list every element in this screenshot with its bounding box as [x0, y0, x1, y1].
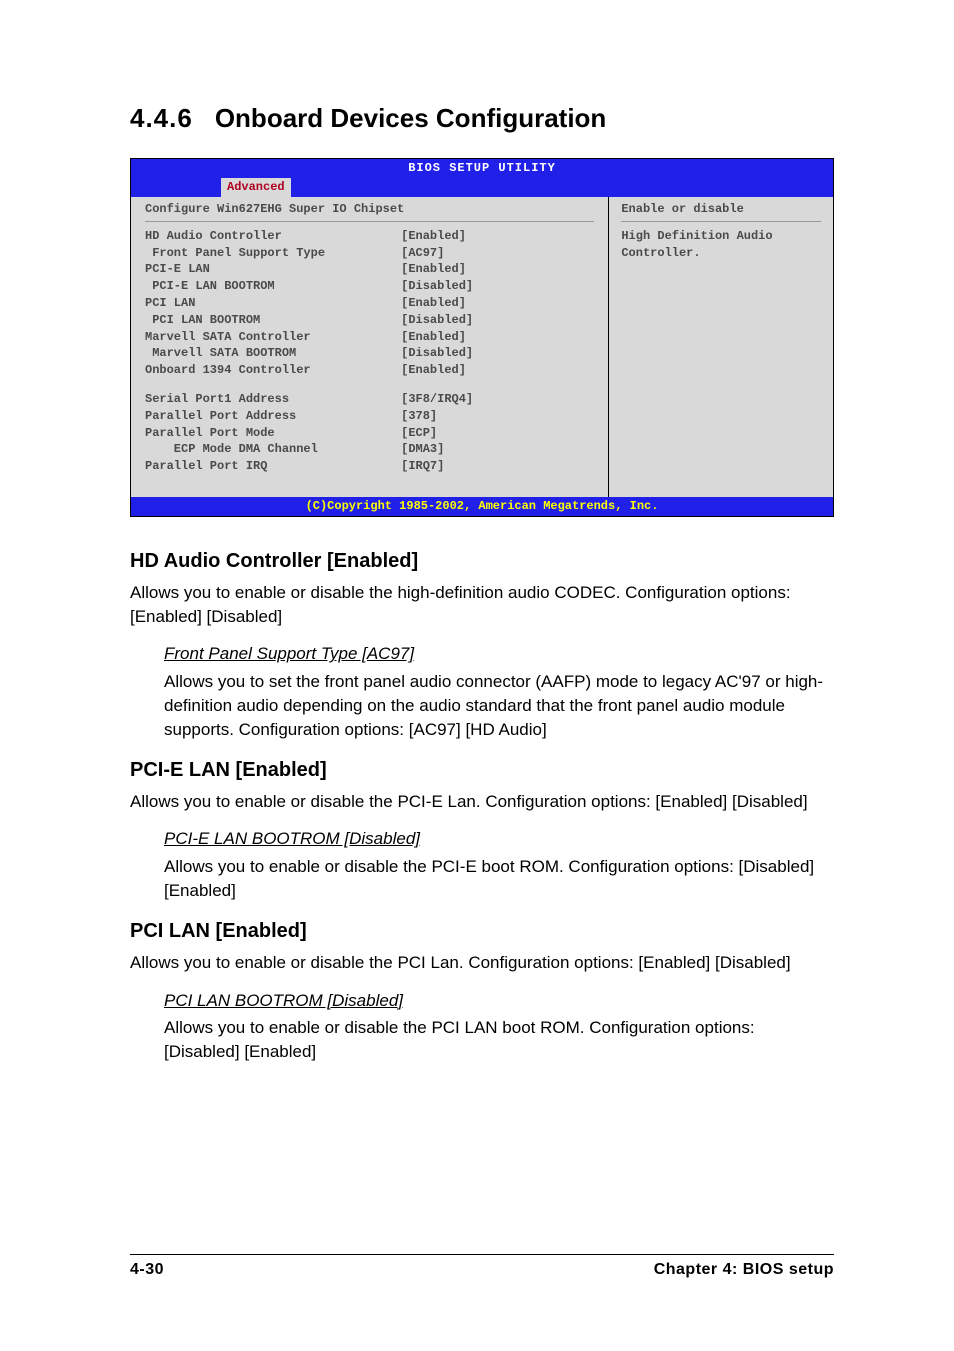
bios-setting-label: Serial Port1 Address: [145, 391, 401, 408]
bios-setting-value: [ECP]: [401, 425, 437, 442]
bios-setting-row: Parallel Port Address[378]: [145, 408, 594, 425]
sub-item-body: Allows you to enable or disable the PCI …: [164, 1016, 834, 1064]
bios-setting-row: ECP Mode DMA Channel[DMA3]: [145, 441, 594, 458]
sub-item-body: Allows you to set the front panel audio …: [164, 670, 834, 741]
bios-setting-label: Marvell SATA BOOTROM: [145, 345, 401, 362]
section-title: Onboard Devices Configuration: [215, 100, 607, 136]
bios-setting-row: Parallel Port IRQ[IRQ7]: [145, 458, 594, 475]
bios-setting-label: ECP Mode DMA Channel: [145, 441, 401, 458]
sub-item-title: PCI LAN BOOTROM [Disabled]: [164, 989, 834, 1013]
bios-setting-value: [Enabled]: [401, 228, 466, 245]
bios-setting-label: PCI LAN BOOTROM: [145, 312, 401, 329]
bios-setting-value: [Disabled]: [401, 312, 473, 329]
bios-setting-value: [378]: [401, 408, 437, 425]
page-footer: 4-30 Chapter 4: BIOS setup: [130, 1254, 834, 1281]
sub-item-body: Allows you to enable or disable the PCI-…: [164, 855, 834, 903]
bios-setting-row: PCI LAN[Enabled]: [145, 295, 594, 312]
bios-setting-value: [Disabled]: [401, 278, 473, 295]
bios-settings-group2: Serial Port1 Address[3F8/IRQ4]Parallel P…: [145, 391, 594, 475]
bios-settings-group1: HD Audio Controller[Enabled] Front Panel…: [145, 228, 594, 379]
subsection-heading: PCI-E LAN [Enabled]: [130, 756, 834, 784]
bios-setting-row: HD Audio Controller[Enabled]: [145, 228, 594, 245]
bios-setting-value: [Enabled]: [401, 261, 466, 278]
bios-left-header: Configure Win627EHG Super IO Chipset: [145, 201, 594, 218]
section-number: 4.4.6: [130, 100, 193, 136]
bios-setting-row: Marvell SATA Controller[Enabled]: [145, 329, 594, 346]
bios-setting-label: Marvell SATA Controller: [145, 329, 401, 346]
sub-item: Front Panel Support Type [AC97] Allows yo…: [164, 642, 834, 741]
bios-setting-label: Onboard 1394 Controller: [145, 362, 401, 379]
sub-item: PCI LAN BOOTROM [Disabled] Allows you to …: [164, 989, 834, 1064]
bios-setting-label: Parallel Port Mode: [145, 425, 401, 442]
bios-setting-label: Parallel Port IRQ: [145, 458, 401, 475]
sub-item-title: Front Panel Support Type [AC97]: [164, 642, 834, 666]
bios-setting-value: [IRQ7]: [401, 458, 444, 475]
bios-setting-label: PCI LAN: [145, 295, 401, 312]
bios-setting-row: Front Panel Support Type[AC97]: [145, 245, 594, 262]
bios-copyright: (C)Copyright 1985-2002, American Megatre…: [131, 497, 833, 516]
bios-setting-label: Parallel Port Address: [145, 408, 401, 425]
bios-setting-label: HD Audio Controller: [145, 228, 401, 245]
bios-setting-value: [DMA3]: [401, 441, 444, 458]
bios-setting-row: PCI-E LAN[Enabled]: [145, 261, 594, 278]
subsection-heading: PCI LAN [Enabled]: [130, 917, 834, 945]
bios-setting-row: PCI LAN BOOTROM[Disabled]: [145, 312, 594, 329]
bios-setting-value: [AC97]: [401, 245, 444, 262]
bios-setting-value: [Enabled]: [401, 362, 466, 379]
page-number: 4-30: [130, 1259, 164, 1281]
bios-tab-advanced: Advanced: [221, 178, 291, 197]
subsection-body: Allows you to enable or disable the high…: [130, 581, 834, 629]
bios-setting-row: Serial Port1 Address[3F8/IRQ4]: [145, 391, 594, 408]
bios-setting-value: [Enabled]: [401, 329, 466, 346]
bios-help-text: High Definition Audio Controller.: [621, 228, 821, 262]
bios-title: BIOS SETUP UTILITY: [131, 159, 833, 178]
bios-setting-label: PCI-E LAN BOOTROM: [145, 278, 401, 295]
sub-item-title: PCI-E LAN BOOTROM [Disabled]: [164, 827, 834, 851]
bios-tab-row: Advanced: [131, 178, 833, 197]
bios-setting-row: PCI-E LAN BOOTROM[Disabled]: [145, 278, 594, 295]
subsection-heading: HD Audio Controller [Enabled]: [130, 547, 834, 575]
bios-setting-row: Parallel Port Mode[ECP]: [145, 425, 594, 442]
bios-setting-label: PCI-E LAN: [145, 261, 401, 278]
bios-screenshot: BIOS SETUP UTILITY Advanced Configure Wi…: [130, 158, 834, 516]
bios-setting-row: Onboard 1394 Controller[Enabled]: [145, 362, 594, 379]
subsection-body: Allows you to enable or disable the PCI-…: [130, 790, 834, 814]
bios-right-header: Enable or disable: [621, 201, 743, 218]
subsection-body: Allows you to enable or disable the PCI …: [130, 951, 834, 975]
section-heading: 4.4.6 Onboard Devices Configuration: [130, 100, 834, 136]
bios-setting-value: [3F8/IRQ4]: [401, 391, 473, 408]
bios-setting-value: [Disabled]: [401, 345, 473, 362]
bios-setting-value: [Enabled]: [401, 295, 466, 312]
bios-setting-row: Marvell SATA BOOTROM[Disabled]: [145, 345, 594, 362]
bios-setting-label: Front Panel Support Type: [145, 245, 401, 262]
chapter-name: Chapter 4: BIOS setup: [654, 1259, 834, 1281]
sub-item: PCI-E LAN BOOTROM [Disabled] Allows you t…: [164, 827, 834, 902]
